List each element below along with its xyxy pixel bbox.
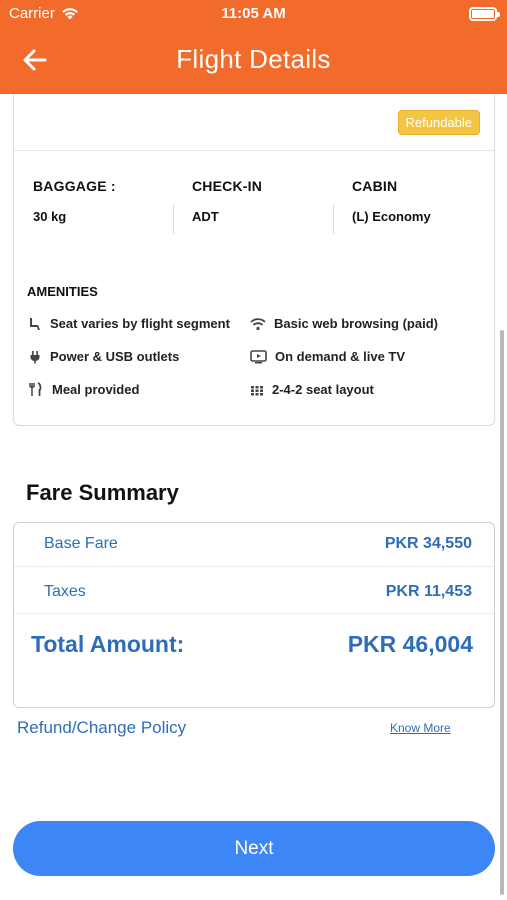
baggage-info: BAGGAGE : 30 kg	[33, 178, 116, 224]
know-more-link[interactable]: Know More	[390, 721, 451, 735]
amenity-label: Seat varies by flight segment	[50, 316, 230, 331]
status-time: 11:05 AM	[221, 5, 286, 22]
app-header: Carrier 11:05 AM Flight Details	[0, 0, 507, 94]
amenity-label: Meal provided	[52, 382, 140, 397]
seat-layout-icon	[251, 385, 263, 395]
wifi-icon	[250, 317, 266, 330]
card-divider	[14, 150, 494, 151]
checkin-label: CHECK-IN	[192, 178, 263, 194]
total-amount-value: PKR 46,004	[347, 631, 473, 657]
baggage-value: 30 kg	[33, 209, 67, 224]
next-button[interactable]: Next	[13, 821, 495, 876]
amenity-item: 2-4-2 seat layout	[250, 382, 374, 397]
tv-icon	[250, 349, 267, 363]
fare-divider	[14, 566, 494, 567]
amenity-label: On demand & live TV	[275, 349, 406, 364]
amenity-label: Basic web browsing (paid)	[274, 316, 438, 331]
plug-icon	[30, 350, 40, 363]
taxes-amount: PKR 11,453	[385, 583, 472, 600]
scrollbar[interactable]	[500, 330, 504, 895]
battery-icon	[469, 7, 500, 21]
amenity-item: Basic web browsing (paid)	[250, 316, 438, 331]
checkin-info: CHECK-IN ADT	[192, 178, 262, 224]
cabin-value: (L) Economy	[352, 209, 431, 224]
checkin-value: ADT	[192, 209, 219, 224]
page-title: Flight Details	[176, 44, 331, 74]
taxes-row: Taxes PKR 11,453	[14, 571, 494, 617]
amenity-item: On demand & live TV	[250, 349, 405, 364]
amenity-label: Power & USB outlets	[50, 349, 180, 364]
flight-details-screen: Carrier 11:05 AM Flight Details Refundab…	[0, 0, 507, 900]
baggage-label: BAGGAGE :	[33, 178, 116, 194]
taxes-label: Taxes	[44, 583, 86, 600]
fare-summary-title: Fare Summary	[26, 480, 179, 505]
amenity-item: Power & USB outlets	[28, 349, 179, 364]
fare-divider	[14, 613, 494, 614]
column-divider	[333, 204, 334, 234]
fare-summary-card: Base Fare PKR 34,550 Taxes PKR 11,453 To…	[13, 522, 495, 708]
amenity-item: Seat varies by flight segment	[28, 316, 230, 331]
amenity-label: 2-4-2 seat layout	[272, 382, 374, 397]
base-fare-row: Base Fare PKR 34,550	[14, 523, 494, 569]
status-bar: Carrier 11:05 AM	[0, 0, 507, 28]
seat-icon	[30, 317, 40, 330]
meal-icon	[29, 382, 42, 396]
column-divider	[173, 204, 174, 234]
base-fare-amount: PKR 34,550	[384, 535, 472, 552]
base-fare-label: Base Fare	[44, 535, 118, 552]
refundable-badge: Refundable	[397, 110, 480, 135]
total-amount-label: Total Amount:	[31, 631, 185, 657]
refund-policy-label: Refund/Change Policy	[17, 718, 187, 737]
amenity-item: Meal provided	[28, 382, 139, 397]
flight-detail-card: Refundable BAGGAGE : 30 kg CHECK-IN ADT …	[13, 94, 495, 426]
amenities-title: AMENITIES	[27, 284, 98, 299]
cabin-label: CABIN	[352, 178, 398, 194]
cabin-info: CABIN (L) Economy	[352, 178, 431, 224]
